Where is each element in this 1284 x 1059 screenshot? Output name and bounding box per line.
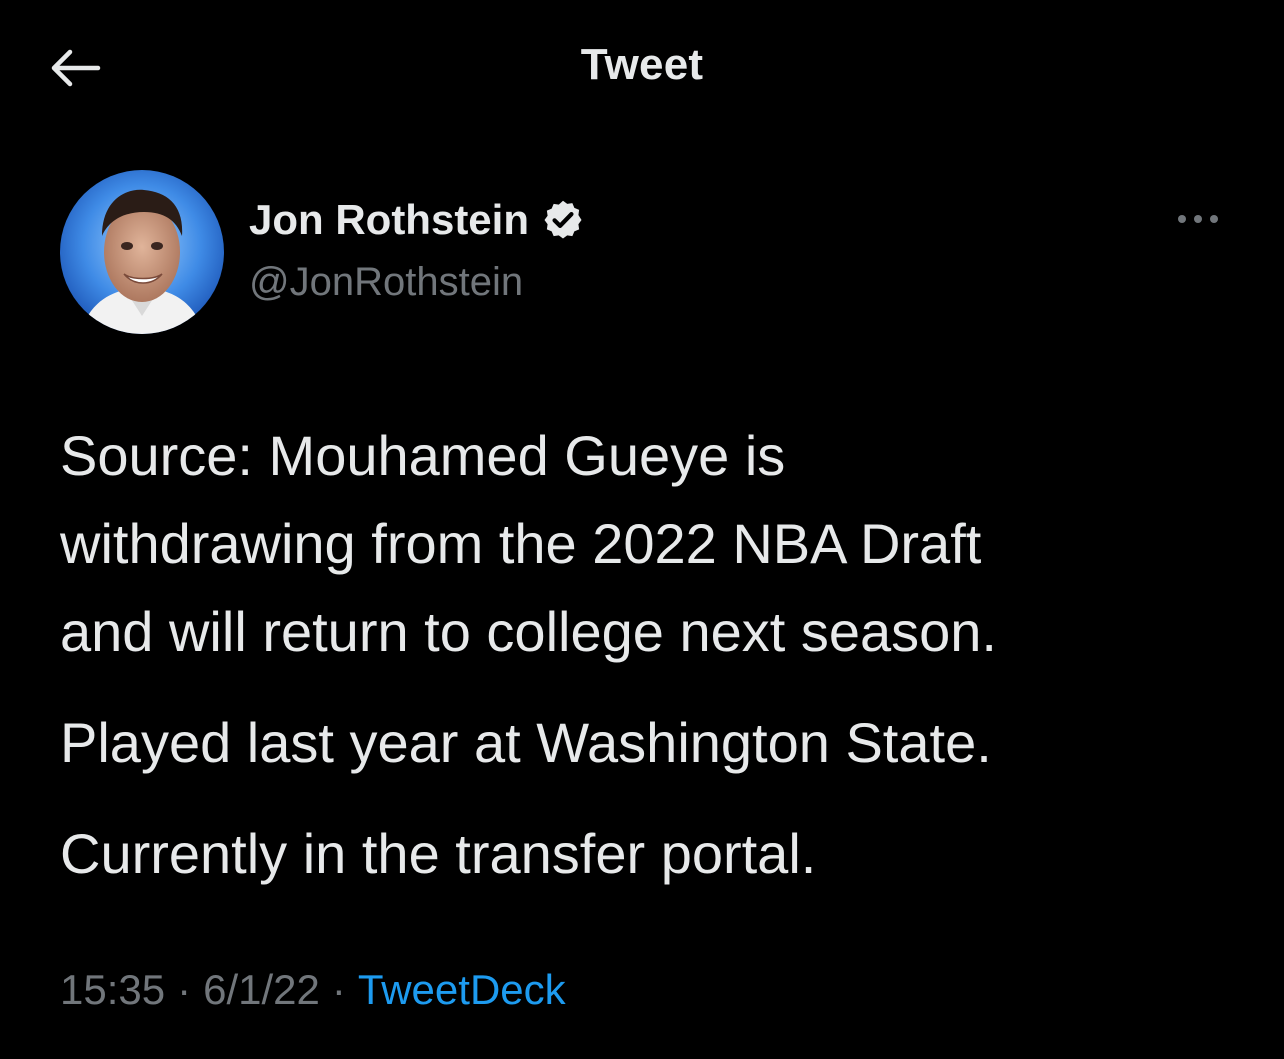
page-title: Tweet [580, 40, 704, 89]
more-dots-icon [1178, 215, 1218, 223]
tweet-meta: 15:35 · 6/1/22 · TweetDeck [60, 966, 566, 1014]
tweet-paragraph: Currently in the transfer portal. [60, 822, 817, 885]
tweet-author: Jon Rothstein @JonRothstein [60, 170, 1224, 340]
avatar-image [60, 170, 224, 334]
tweet-time[interactable]: 15:35 [60, 966, 165, 1013]
tweet-source-link[interactable]: TweetDeck [358, 966, 566, 1013]
tweet-paragraph: Played last year at Washington State. [60, 711, 992, 774]
author-handle[interactable]: @JonRothstein [249, 260, 523, 305]
meta-separator: · [177, 966, 192, 1013]
verified-badge-icon [544, 200, 582, 239]
tweet-date[interactable]: 6/1/22 [203, 966, 320, 1013]
top-bar: Tweet [0, 0, 1284, 135]
tweet-text: Source: Mouhamed Gueye is withdrawing fr… [60, 412, 1240, 921]
author-name-row[interactable]: Jon Rothstein [249, 196, 585, 244]
more-button[interactable] [1172, 204, 1224, 234]
meta-separator: · [331, 966, 346, 1013]
author-name: Jon Rothstein [249, 196, 529, 243]
avatar[interactable] [60, 170, 224, 334]
tweet-paragraph: Source: Mouhamed Gueye is withdrawing fr… [60, 424, 997, 663]
